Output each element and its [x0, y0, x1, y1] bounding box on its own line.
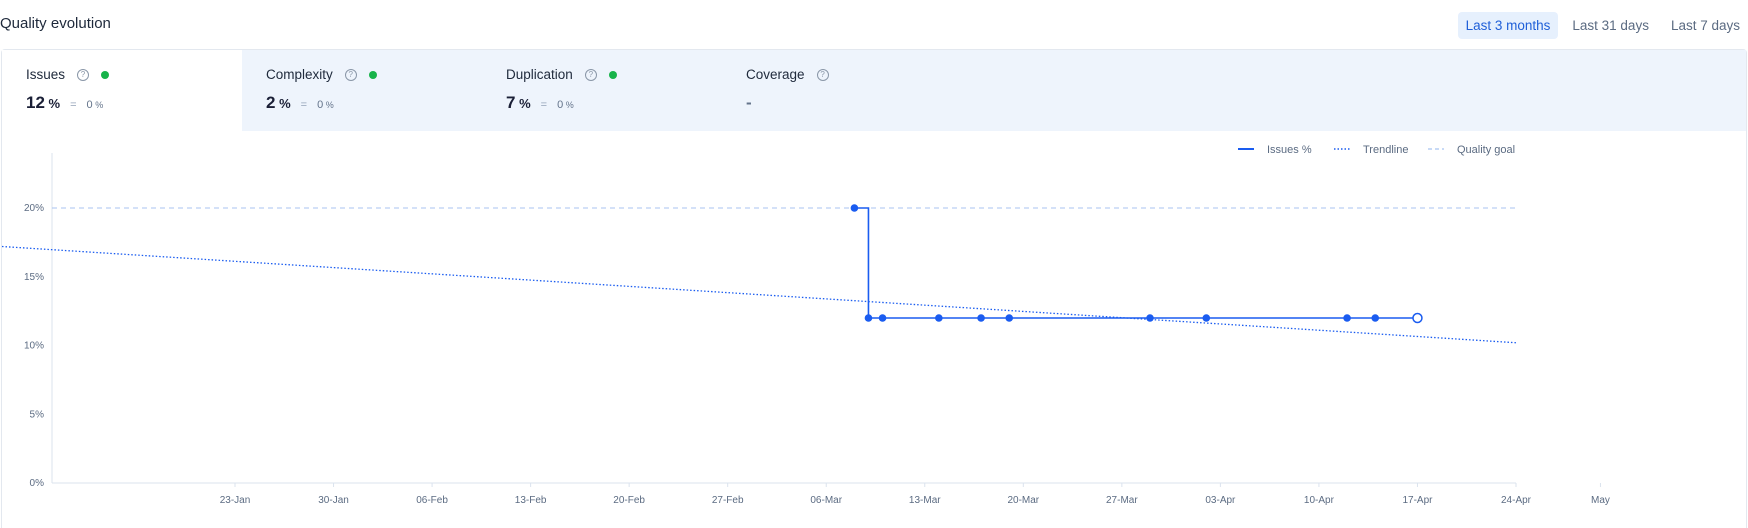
x-tick-label: May — [1591, 495, 1610, 506]
metric-tab-complexity[interactable]: Complexity ? 2 % = 0 % — [242, 50, 482, 131]
x-tick-label: 20-Mar — [1007, 495, 1039, 506]
x-tick-label: 03-Apr — [1205, 495, 1236, 506]
x-tick-label: 23-Jan — [220, 495, 251, 506]
issues-data-point — [1005, 314, 1014, 322]
legend-quality-goal-label: Quality goal — [1457, 144, 1515, 156]
status-dot-icon — [101, 70, 110, 79]
metric-name: Duplication — [506, 67, 573, 82]
metric-delta-unit: % — [95, 100, 104, 110]
range-last-7-days-button[interactable]: Last 7 days — [1663, 12, 1748, 39]
issues-data-point — [850, 204, 859, 212]
help-icon[interactable]: ? — [816, 68, 829, 81]
x-tick-label: 10-Apr — [1304, 495, 1335, 506]
help-icon[interactable]: ? — [584, 68, 597, 81]
issues-data-point — [1146, 314, 1154, 322]
status-dot-icon — [608, 70, 617, 79]
issues-data-point — [1343, 314, 1351, 322]
range-last-3-months-button[interactable]: Last 3 months — [1457, 12, 1559, 39]
equal-sign: = — [300, 99, 308, 111]
trendline — [1, 245, 1517, 344]
issues-data-point — [977, 314, 985, 322]
x-tick-label: 06-Mar — [810, 495, 842, 506]
equal-sign: = — [70, 99, 77, 111]
issues-series-line — [854, 207, 1418, 319]
y-tick-label: 0% — [30, 478, 45, 489]
x-tick-label: 13-Feb — [515, 495, 547, 506]
metric-delta-unit: % — [325, 100, 334, 110]
metric-unit: % — [48, 96, 61, 111]
metric-tab-coverage[interactable]: Coverage ? - — [722, 50, 962, 131]
legend-trendline-label: Trendline — [1363, 144, 1408, 156]
y-tick-label: 15% — [24, 272, 44, 283]
issues-data-point — [1202, 314, 1211, 322]
x-tick-label: 17-Apr — [1402, 495, 1433, 506]
y-tick-label: 5% — [30, 409, 45, 420]
help-icon[interactable]: ? — [344, 68, 357, 81]
metric-tab-duplication[interactable]: Duplication ? 7 % = 0 % — [482, 50, 722, 131]
y-tick-label: 20% — [24, 203, 44, 214]
metric-unit: % — [279, 96, 291, 111]
metric-unit: % — [519, 96, 531, 111]
metric-tabs: Issues ? 12 % = 0 % Complexity ? 2 % = 0… — [2, 50, 1746, 131]
legend-issues-label: Issues % — [1267, 144, 1312, 156]
issues-data-point — [935, 314, 943, 322]
metric-value: - — [746, 93, 752, 112]
chart-area: 0% 5% 10% 15% 20% 23-Jan 30-Jan 06-Feb 13-Feb 20-… — [1, 131, 1748, 528]
metric-value: 12 — [26, 93, 45, 112]
metric-tab-issues[interactable]: Issues ? 12 % = 0 % — [2, 50, 242, 131]
x-tick-label: 30-Jan — [318, 495, 349, 506]
time-range-selector: Last 3 months Last 31 days Last 7 days — [1457, 12, 1748, 39]
x-tick-label: 27-Feb — [712, 495, 744, 506]
x-tick-label: 06-Feb — [416, 495, 448, 506]
metric-delta-unit: % — [565, 100, 574, 110]
issues-data-point — [864, 314, 873, 322]
issues-data-point — [1371, 314, 1380, 322]
quality-chart: 0% 5% 10% 15% 20% 23-Jan 30-Jan 06-Feb 13-Feb 20-… — [1, 144, 1610, 506]
metric-name: Issues — [26, 67, 66, 82]
issues-data-point — [1412, 312, 1423, 324]
metric-delta: 0 — [86, 99, 93, 111]
metric-name: Complexity — [266, 67, 333, 82]
help-icon[interactable]: ? — [77, 68, 90, 81]
quality-card: Issues ? 12 % = 0 % Complexity ? 2 % = 0… — [1, 49, 1747, 528]
x-tick-label: 27-Mar — [1106, 495, 1138, 506]
metric-name: Coverage — [746, 67, 805, 82]
status-dot-icon — [368, 70, 377, 79]
page-title: Quality evolution — [0, 15, 111, 32]
y-tick-label: 10% — [24, 341, 44, 352]
issues-data-point — [878, 314, 887, 322]
x-tick-label: 24-Apr — [1501, 495, 1532, 506]
header: Quality evolution Last 3 months Last 31 … — [0, 0, 1748, 48]
x-tick-label: 13-Mar — [909, 495, 941, 506]
x-tick-label: 20-Feb — [613, 495, 645, 506]
range-last-31-days-button[interactable]: Last 31 days — [1564, 12, 1657, 39]
equal-sign: = — [540, 99, 548, 111]
